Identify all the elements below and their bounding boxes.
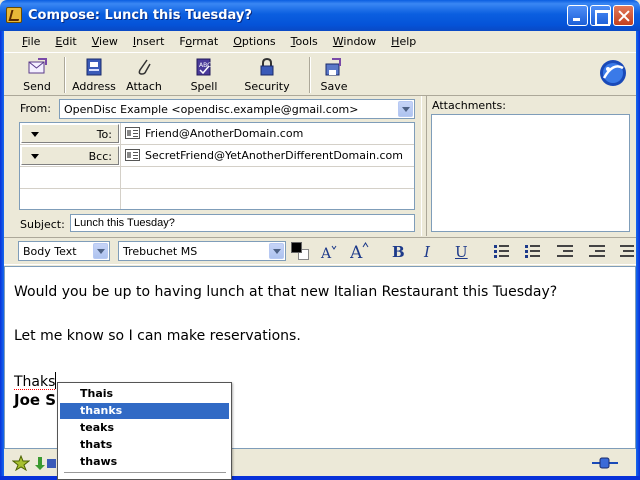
foreground-color-swatch [291,242,302,253]
align-icon[interactable] [620,244,636,258]
send-icon [28,58,47,74]
window-frame-right [636,31,640,480]
menu-view[interactable]: View [86,35,124,48]
chevron-down-icon[interactable] [269,243,284,259]
suggestion-item-selected[interactable]: thanks [60,403,229,419]
paragraph-style-select[interactable]: Body Text [18,241,110,261]
svg-text:ABC: ABC [199,62,211,69]
body-line-3: Thaks [14,372,57,390]
attachments-list[interactable] [431,114,630,232]
increase-font-size-icon[interactable]: A [350,241,370,261]
suggestion-item[interactable]: teaks [60,420,229,436]
menu-help[interactable]: Help [385,35,422,48]
menu-window[interactable]: Window [327,35,382,48]
bulleted-list-icon[interactable] [494,244,510,258]
numbered-list-icon[interactable] [525,244,541,258]
to-address-field[interactable]: Friend@AnotherDomain.com [120,123,414,144]
security-status-icon[interactable] [12,455,30,471]
from-label: From: [20,102,51,115]
address-row-empty[interactable] [20,167,414,189]
svg-text:A: A [350,243,363,261]
menu-tools[interactable]: Tools [285,35,324,48]
toolbar-separator [309,57,311,93]
window-title: Compose: Lunch this Tuesday? [28,8,252,23]
decrease-font-size-icon[interactable]: A [320,243,338,261]
bold-icon[interactable]: B [392,243,405,261]
triangle-down-icon [31,132,39,137]
paperclip-icon [138,59,151,75]
subject-input[interactable] [70,214,415,232]
spellcheck-icon: ABC [196,58,211,76]
menu-bar: File Edit View Insert Format Options Too… [4,31,636,52]
vcard-icon [125,149,140,161]
vcard-icon [125,127,140,139]
text-color-picker[interactable] [291,242,311,262]
attachments-label: Attachments: [432,99,506,112]
address-type-to-button[interactable]: To: [21,124,119,143]
lock-icon [260,57,274,76]
compose-toolbar: Send Address Attach ABC Spell Security S… [4,52,636,96]
address-grid: To: Friend@AnotherDomain.com Bcc: Secret… [19,122,415,210]
offline-status-icon[interactable] [34,455,58,471]
app-icon[interactable] [6,7,22,23]
close-button[interactable] [613,5,634,26]
from-select[interactable]: OpenDisc Example <opendisc.example@gmail… [59,99,415,119]
save-icon [325,58,341,76]
title-bar[interactable]: Compose: Lunch this Tuesday? [0,0,640,31]
underline-icon[interactable]: U [455,243,468,261]
triangle-down-icon [31,154,39,159]
message-header-pane: From: OpenDisc Example <opendisc.example… [13,96,421,236]
menu-edit[interactable]: Edit [49,35,82,48]
address-row-to: To: Friend@AnotherDomain.com [20,123,414,145]
address-row-bcc: Bcc: SecretFriend@YetAnotherDifferentDom… [20,145,414,167]
spell-suggestion-popup: Thais thanks teaks thats thaws [57,382,232,480]
online-connection-icon[interactable] [592,456,618,470]
menu-separator [64,472,226,473]
address-type-bcc-button[interactable]: Bcc: [21,146,119,165]
address-row-empty[interactable] [20,189,414,211]
suggestion-item[interactable]: thats [60,437,229,453]
maximize-button[interactable] [590,5,611,26]
misspelled-word[interactable]: Thaks [14,374,55,390]
bcc-address-field[interactable]: SecretFriend@YetAnotherDifferentDomain.c… [120,145,414,166]
toolbar-separator [64,57,66,93]
font-family-select[interactable]: Trebuchet MS [118,241,286,261]
chevron-down-icon[interactable] [398,101,413,117]
svg-text:A: A [320,246,332,261]
decrease-indent-icon[interactable] [557,244,573,258]
menu-format[interactable]: Format [173,35,224,48]
chevron-down-icon[interactable] [93,243,108,259]
menu-options[interactable]: Options [227,35,281,48]
throbber-icon[interactable] [598,58,628,88]
minimize-button[interactable] [567,5,588,26]
italic-icon[interactable]: I [424,243,430,261]
suggestion-item[interactable]: thaws [60,454,229,470]
subject-label: Subject: [20,218,65,231]
attachments-pane: Attachments: [427,96,636,236]
body-line-1: Would you be up to having lunch at that … [14,284,558,300]
body-line-2: Let me know so I can make reservations. [14,328,301,344]
menu-file[interactable]: File [16,35,46,48]
increase-indent-icon[interactable] [589,244,605,258]
address-book-icon [86,58,102,76]
suggestion-item[interactable]: Thais [60,386,229,402]
menu-insert[interactable]: Insert [127,35,171,48]
signature: Joe S [14,391,57,409]
format-toolbar: Body Text Trebuchet MS A A B I U [4,237,636,265]
